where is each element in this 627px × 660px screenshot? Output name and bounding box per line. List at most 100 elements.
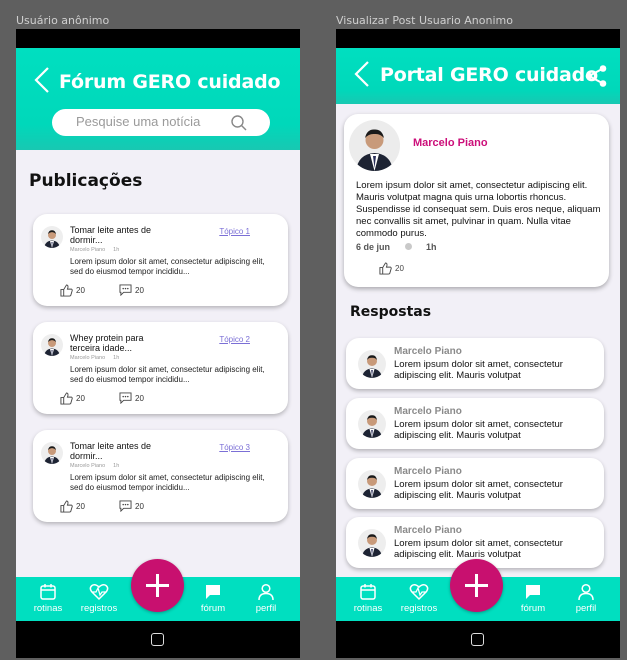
comment-count: 20 (135, 393, 144, 403)
add-reply-button[interactable] (450, 559, 503, 612)
post-author: Marcelo Piano (70, 463, 106, 469)
reply-body: Lorem ipsum dolor sit amet, consectetur … (394, 419, 563, 441)
reply-card[interactable]: Marcelo Piano Lorem ipsum dolor sit amet… (346, 338, 604, 389)
avatar (358, 470, 386, 498)
reply-author: Marcelo Piano (394, 466, 462, 477)
heart-pulse-icon (89, 584, 109, 601)
status-bar (16, 29, 300, 48)
topic-link[interactable]: Tópico 2 (219, 335, 250, 344)
comment-icon (119, 284, 132, 296)
add-post-button[interactable] (131, 559, 184, 612)
post-excerpt: Lorem ipsum dolor sit amet, consectetur … (70, 365, 265, 384)
comment-button[interactable]: 20 (119, 284, 144, 296)
frame-label-post-view: Visualizar Post Usuario Anonimo (336, 14, 513, 27)
post-time: 1h (426, 242, 437, 252)
home-square-icon[interactable] (151, 633, 164, 646)
comment-count: 20 (135, 501, 144, 511)
like-button[interactable]: 20 (60, 392, 85, 405)
nav-label: rotinas (33, 603, 63, 614)
nav-perfil[interactable]: perfil (243, 583, 289, 614)
nav-forum[interactable]: fórum (510, 583, 556, 614)
reply-author: Marcelo Piano (394, 406, 462, 417)
post-title[interactable]: Tomar leite antes de dormir... (70, 441, 170, 461)
like-button[interactable]: 20 (379, 262, 404, 275)
comment-button[interactable]: 20 (119, 392, 144, 404)
chat-icon (206, 585, 220, 599)
nav-registros[interactable]: registros (396, 583, 442, 614)
post-detail-card: Marcelo Piano Lorem ipsum dolor sit amet… (344, 114, 609, 287)
nav-label: registros (400, 603, 438, 614)
like-count: 20 (76, 286, 85, 295)
comment-icon (119, 392, 132, 404)
reply-author: Marcelo Piano (394, 525, 462, 536)
like-button[interactable]: 20 (60, 500, 85, 513)
avatar (41, 226, 63, 248)
post-card[interactable]: Tomar leite antes de dormir... Tópico 3 … (33, 430, 288, 522)
back-arrow-icon[interactable] (352, 60, 374, 88)
share-icon[interactable] (584, 64, 608, 88)
nav-label: perfil (575, 603, 597, 614)
heart-pulse-icon (409, 584, 429, 601)
separator-dot (405, 243, 412, 250)
reply-card[interactable]: Marcelo Piano Lorem ipsum dolor sit amet… (346, 398, 604, 449)
post-header: Portal GERO cuidado (336, 48, 620, 104)
nav-registros[interactable]: registros (76, 583, 122, 614)
plus-icon (465, 574, 488, 597)
reply-body: Lorem ipsum dolor sit amet, consectetur … (394, 538, 563, 560)
avatar (358, 410, 386, 438)
search-icon[interactable] (230, 114, 248, 132)
nav-rotinas[interactable]: rotinas (25, 583, 71, 614)
post-view-screen: Portal GERO cuidado Marcelo Piano Lorem … (336, 29, 620, 658)
post-title[interactable]: Tomar leite antes de dormir... (70, 225, 170, 245)
publications-heading: Publicações (29, 171, 143, 191)
search-bar[interactable] (52, 109, 270, 136)
reply-body: Lorem ipsum dolor sit amet, consectetur … (394, 479, 563, 501)
system-nav-bar (336, 621, 620, 658)
post-time: 1h (113, 247, 120, 253)
page-title: Fórum GERO cuidado (59, 71, 281, 93)
frame-label-anonymous: Usuário anônimo (16, 14, 110, 27)
post-card[interactable]: Whey protein para terceira idade... Tópi… (33, 322, 288, 414)
post-meta: Marcelo Piano 1h (70, 247, 127, 253)
nav-forum[interactable]: fórum (190, 583, 236, 614)
forum-screen: Fórum GERO cuidado Publicações Tomar lei… (16, 29, 300, 658)
post-meta: Marcelo Piano 1h (70, 355, 127, 361)
nav-perfil[interactable]: perfil (563, 583, 609, 614)
topic-link[interactable]: Tópico 3 (219, 443, 250, 452)
post-meta: Marcelo Piano 1h (70, 463, 127, 469)
post-title[interactable]: Whey protein para terceira idade... (70, 333, 170, 353)
page-title: Portal GERO cuidado (380, 64, 598, 86)
system-nav-bar (16, 621, 300, 658)
search-input[interactable] (76, 114, 226, 129)
chat-icon (526, 585, 540, 599)
thumbs-up-icon (60, 500, 73, 513)
home-square-icon[interactable] (471, 633, 484, 646)
post-excerpt: Lorem ipsum dolor sit amet, consectetur … (70, 473, 265, 492)
post-card[interactable]: Tomar leite antes de dormir... Tópico 1 … (33, 214, 288, 306)
avatar (349, 120, 400, 171)
post-date: 6 de jun (356, 242, 391, 252)
post-time: 1h (113, 355, 120, 361)
forum-header: Fórum GERO cuidado (16, 48, 300, 150)
reply-body: Lorem ipsum dolor sit amet, consectetur … (394, 359, 563, 381)
back-arrow-icon[interactable] (32, 66, 54, 94)
avatar (41, 442, 63, 464)
avatar (358, 350, 386, 378)
status-bar (336, 29, 620, 48)
post-author: Marcelo Piano (70, 247, 106, 253)
like-count: 20 (76, 394, 85, 403)
post-excerpt: Lorem ipsum dolor sit amet, consectetur … (70, 257, 265, 276)
post-author: Marcelo Piano (70, 355, 106, 361)
reply-card[interactable]: Marcelo Piano Lorem ipsum dolor sit amet… (346, 458, 604, 509)
topic-link[interactable]: Tópico 1 (219, 227, 250, 236)
comment-button[interactable]: 20 (119, 500, 144, 512)
thumbs-up-icon (379, 262, 392, 275)
post-author[interactable]: Marcelo Piano (413, 137, 488, 149)
comment-count: 20 (135, 285, 144, 295)
avatar (358, 529, 386, 557)
nav-rotinas[interactable]: rotinas (345, 583, 391, 614)
post-time: 1h (113, 463, 120, 469)
calendar-icon (360, 584, 376, 600)
like-count: 20 (395, 264, 404, 273)
like-button[interactable]: 20 (60, 284, 85, 297)
